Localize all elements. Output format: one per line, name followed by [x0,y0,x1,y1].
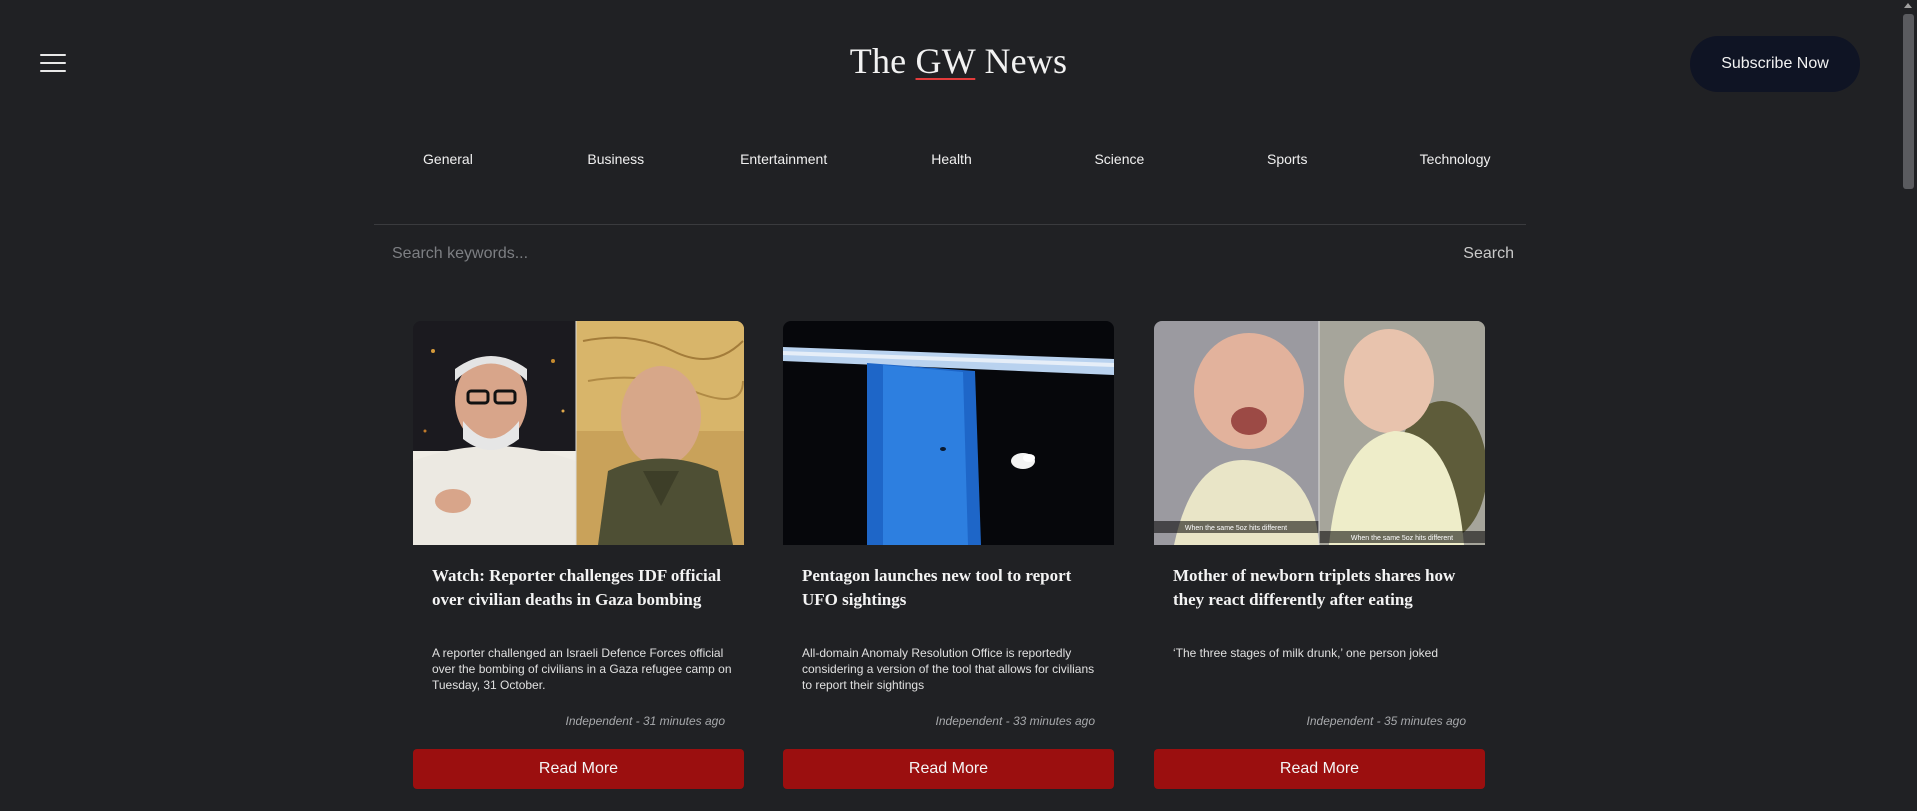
article-description: All-domain Anomaly Resolution Office is … [802,646,1095,692]
search-input[interactable] [380,240,1454,268]
article-image-graphic [783,321,1114,545]
article-image[interactable]: When the same 5oz hits different When th… [1154,321,1485,545]
article-title[interactable]: Mother of newborn triplets shares how th… [1173,564,1473,612]
site-title-suffix: News [975,41,1068,81]
article-image[interactable] [783,321,1114,545]
article-description: A reporter challenged an Israeli Defence… [432,646,732,692]
category-sports[interactable]: Sports [1203,148,1371,172]
article-image-graphic: When the same 5oz hits different When th… [1154,321,1485,545]
article-description: ‘The three stages of milk drunk,’ one pe… [1173,646,1439,660]
article-image-graphic [413,321,744,545]
category-entertainment[interactable]: Entertainment [700,148,868,172]
article-title[interactable]: Watch: Reporter challenges IDF official … [432,564,732,612]
category-health[interactable]: Health [868,148,1036,172]
article-card: Watch: Reporter challenges IDF official … [413,321,744,789]
article-card: Pentagon launches new tool to report UFO… [783,321,1114,789]
image-caption: When the same 5oz hits different [1351,535,1453,542]
category-science[interactable]: Science [1035,148,1203,172]
read-more-button[interactable]: Read More [1154,749,1485,789]
page: The GW News Subscribe Now General Busine… [0,0,1917,811]
article-image[interactable] [413,321,744,545]
category-nav: General Business Entertainment Health Sc… [364,148,1539,172]
article-source: Independent - 33 minutes ago [935,714,1095,728]
scroll-up-arrow-icon[interactable] [1904,3,1912,8]
subscribe-button[interactable]: Subscribe Now [1690,36,1860,92]
read-more-button[interactable]: Read More [413,749,744,789]
site-title-prefix: The [849,41,916,81]
article-title[interactable]: Pentagon launches new tool to report UFO… [802,564,1102,612]
article-card: When the same 5oz hits different When th… [1154,321,1485,789]
vertical-scrollbar[interactable] [1900,0,1917,811]
category-business[interactable]: Business [532,148,700,172]
scrollbar-thumb[interactable] [1903,14,1914,189]
category-technology[interactable]: Technology [1371,148,1539,172]
search-divider [374,224,1526,225]
category-general[interactable]: General [364,148,532,172]
read-more-button[interactable]: Read More [783,749,1114,789]
article-source: Independent - 35 minutes ago [1306,714,1466,728]
search-button[interactable]: Search [1440,240,1520,268]
image-caption: When the same 5oz hits different [1185,525,1287,532]
site-title: The GW News [0,40,1917,82]
hamburger-menu-icon[interactable] [40,53,66,73]
article-source: Independent - 31 minutes ago [565,714,725,728]
site-title-gw: GW [915,41,976,81]
